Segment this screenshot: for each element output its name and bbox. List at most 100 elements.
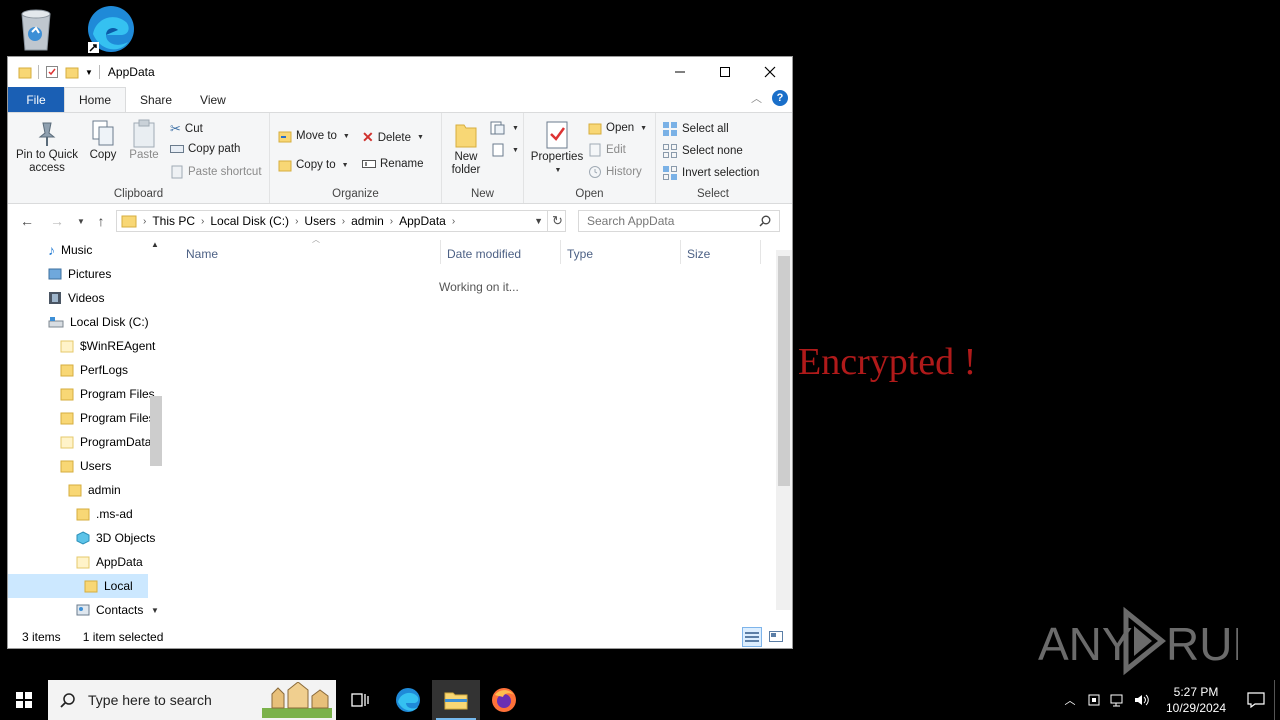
- crumb-separator-icon[interactable]: ›: [390, 216, 393, 227]
- crumb-separator-icon[interactable]: ›: [201, 216, 204, 227]
- minimize-button[interactable]: [657, 57, 702, 87]
- title-bar[interactable]: ▼ AppData: [8, 57, 792, 87]
- details-view-button[interactable]: [742, 627, 762, 647]
- column-header-type[interactable]: Type: [567, 244, 593, 264]
- nav-item-local-disk[interactable]: Local Disk (C:): [48, 310, 149, 334]
- nav-item-perflogs[interactable]: PerfLogs: [60, 358, 128, 382]
- crumb-separator-icon[interactable]: ›: [295, 216, 298, 227]
- edit-button[interactable]: Edit: [588, 143, 626, 157]
- taskbar-clock[interactable]: 5:27 PM 10/29/2024: [1154, 684, 1238, 716]
- nav-item-contacts[interactable]: Contacts: [76, 598, 143, 618]
- forward-button[interactable]: →: [48, 212, 66, 230]
- navigation-pane[interactable]: ♪ Music Pictures Videos Local Disk (C:): [8, 238, 164, 618]
- navigation-scroll-thumb[interactable]: [150, 396, 162, 466]
- nav-item-program-files-x86[interactable]: Program Files: [60, 406, 155, 430]
- nav-item-appdata[interactable]: AppData: [76, 550, 143, 574]
- new-item-button[interactable]: ▼: [490, 121, 519, 135]
- select-group: Select all Select none Invert selection …: [656, 113, 770, 203]
- nav-item-pictures[interactable]: Pictures: [48, 262, 111, 286]
- tray-network-adapter-button[interactable]: [1082, 680, 1106, 720]
- scroll-up-icon[interactable]: ▲: [151, 240, 159, 249]
- crumb-separator-icon[interactable]: ›: [342, 216, 345, 227]
- breadcrumb-local-disk[interactable]: Local Disk (C:): [210, 214, 289, 228]
- taskbar-search-input[interactable]: Type here to search: [88, 692, 212, 708]
- properties-button[interactable]: Properties ▼: [530, 119, 584, 177]
- breadcrumb-appdata[interactable]: AppData: [399, 214, 446, 228]
- taskbar-file-explorer-button[interactable]: [432, 680, 480, 720]
- select-none-button[interactable]: Select none: [662, 143, 743, 159]
- copy-to-button[interactable]: Copy to ▼: [278, 158, 349, 172]
- taskbar-firefox-button[interactable]: [480, 680, 528, 720]
- new-folder-qat-icon[interactable]: [65, 65, 79, 79]
- file-list-scrollbar[interactable]: [776, 250, 792, 610]
- paste-button[interactable]: Paste: [126, 119, 162, 162]
- select-all-button[interactable]: Select all: [662, 121, 729, 137]
- show-desktop-button[interactable]: [1274, 680, 1280, 720]
- nav-item-programdata[interactable]: ProgramData: [60, 430, 151, 454]
- address-bar[interactable]: › This PC › Local Disk (C:) › Users › ad…: [116, 210, 566, 232]
- tray-overflow-button[interactable]: ︿: [1058, 680, 1082, 720]
- column-header-size[interactable]: Size: [687, 244, 710, 264]
- tab-home[interactable]: Home: [64, 87, 127, 112]
- navigation-scrollbar[interactable]: ▲ ▼: [148, 238, 164, 618]
- copy-button[interactable]: Copy: [86, 119, 120, 162]
- nav-item-local[interactable]: Local: [8, 574, 148, 598]
- new-folder-button[interactable]: New folder: [448, 119, 484, 177]
- delete-button[interactable]: ✕ Delete ▼: [362, 129, 424, 146]
- move-to-button[interactable]: Move to ▼: [278, 129, 350, 143]
- paste-shortcut-button[interactable]: Paste shortcut: [170, 165, 262, 179]
- nav-item-users[interactable]: Users: [60, 454, 111, 478]
- history-button[interactable]: History: [588, 165, 642, 179]
- rename-label: Rename: [380, 158, 424, 170]
- address-dropdown-icon[interactable]: ▼: [534, 216, 543, 226]
- notification-center-button[interactable]: [1238, 680, 1274, 720]
- qat-dropdown-icon[interactable]: ▼: [85, 68, 93, 77]
- nav-item-admin[interactable]: admin: [68, 478, 121, 502]
- large-icons-view-button[interactable]: [766, 627, 786, 647]
- crumb-separator-icon[interactable]: ›: [452, 216, 455, 227]
- close-button[interactable]: [747, 57, 792, 87]
- tab-share[interactable]: Share: [126, 87, 186, 112]
- back-button[interactable]: ←: [18, 212, 36, 230]
- invert-selection-button[interactable]: Invert selection: [662, 165, 759, 181]
- refresh-icon[interactable]: ↻: [547, 211, 567, 231]
- properties-qat-icon[interactable]: [45, 65, 59, 79]
- column-header-name[interactable]: Name: [186, 244, 218, 264]
- tab-file[interactable]: File: [8, 87, 64, 112]
- easy-access-button[interactable]: ▼: [490, 143, 519, 157]
- taskbar-edge-button[interactable]: [384, 680, 432, 720]
- rename-button[interactable]: Rename: [362, 158, 423, 170]
- taskbar-search-box[interactable]: Type here to search: [48, 680, 336, 720]
- breadcrumb-users[interactable]: Users: [304, 214, 335, 228]
- task-view-button[interactable]: [336, 680, 384, 720]
- search-box[interactable]: Search AppData: [578, 210, 780, 232]
- nav-item-music[interactable]: ♪ Music: [48, 238, 92, 262]
- up-button[interactable]: ↑: [92, 212, 110, 230]
- recycle-bin-icon[interactable]: [14, 6, 58, 54]
- edge-shortcut-icon[interactable]: [84, 4, 134, 53]
- search-input[interactable]: Search AppData: [587, 214, 674, 228]
- collapse-ribbon-icon[interactable]: ︿: [751, 90, 762, 106]
- tray-volume-button[interactable]: [1130, 680, 1154, 720]
- column-header-date[interactable]: Date modified: [447, 244, 521, 264]
- file-list[interactable]: ︿ Name Date modified Type Size Working o…: [164, 235, 792, 618]
- nav-item-ms-ad[interactable]: .ms-ad: [76, 502, 133, 526]
- nav-item-winreagent[interactable]: $WinREAgent: [60, 334, 155, 358]
- help-icon[interactable]: ?: [772, 90, 788, 106]
- copy-path-button[interactable]: Copy path: [170, 143, 240, 155]
- nav-item-3d-objects[interactable]: 3D Objects: [76, 526, 155, 550]
- cut-button[interactable]: ✂ Cut: [170, 121, 203, 137]
- start-button[interactable]: [0, 680, 48, 720]
- breadcrumb-admin[interactable]: admin: [351, 214, 384, 228]
- open-button[interactable]: Open ▼: [588, 121, 647, 135]
- breadcrumb-this-pc[interactable]: This PC: [152, 214, 195, 228]
- maximize-button[interactable]: [702, 57, 747, 87]
- scroll-down-icon[interactable]: ▼: [151, 606, 159, 615]
- pin-to-quick-access-button[interactable]: Pin to Quick access: [14, 119, 80, 175]
- tab-view[interactable]: View: [186, 87, 240, 112]
- nav-item-program-files[interactable]: Program Files: [60, 382, 155, 406]
- recent-locations-button[interactable]: ▼: [72, 212, 90, 230]
- tray-network-button[interactable]: [1106, 680, 1130, 720]
- nav-item-videos[interactable]: Videos: [48, 286, 104, 310]
- file-list-scroll-thumb[interactable]: [778, 256, 790, 486]
